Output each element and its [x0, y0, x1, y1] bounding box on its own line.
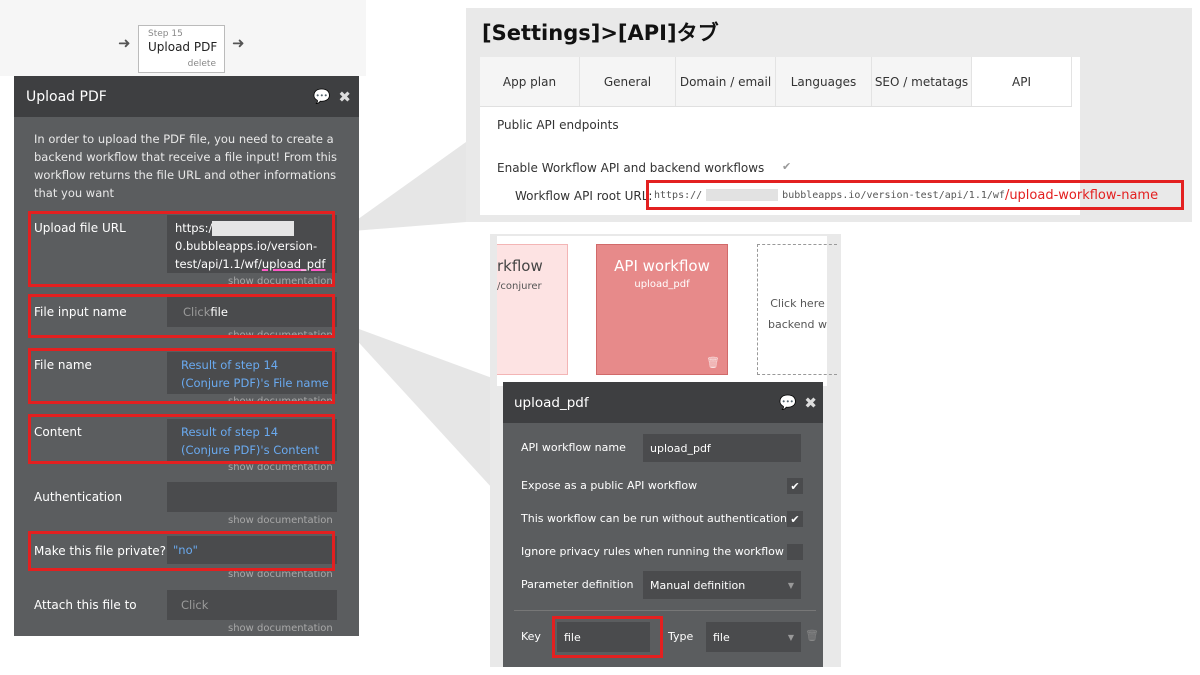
api-editor-title: upload_pdf [514, 394, 589, 411]
authentication-label: Authentication [34, 490, 123, 504]
editor-title: Upload PDF [26, 88, 107, 105]
parameter-definition-label: Parameter definition [521, 578, 634, 591]
public-endpoints-title: Public API endpoints [497, 118, 619, 132]
step-number: Step 15 [148, 29, 183, 39]
settings-heading: [Settings]>[API]タブ [482, 21, 719, 45]
api-workflow-name-label: API workflow name [521, 441, 626, 454]
settings-tabs: App plan General Domain / email Language… [480, 57, 1072, 107]
type-select[interactable]: file ▼ [706, 622, 801, 652]
highlight-box [28, 294, 335, 338]
workflow-card-title: rkflow [497, 257, 543, 275]
ignore-privacy-label: Ignore privacy rules when running the wo… [521, 545, 784, 558]
close-icon[interactable]: ✖ [338, 88, 351, 106]
tab-domain-email[interactable]: Domain / email [676, 57, 776, 106]
arrow-right-icon: ➜ [118, 34, 131, 52]
chevron-down-icon: ▼ [787, 632, 794, 642]
close-icon[interactable]: ✖ [804, 394, 817, 412]
editor-description: In order to upload the PDF file, you nee… [34, 132, 337, 200]
root-url-path: bubbleapps.io/version-test/api/1.1/wf [782, 189, 1005, 201]
divider [514, 610, 816, 611]
comment-icon[interactable]: 💬 [313, 89, 330, 105]
expose-public-label: Expose as a public API workflow [521, 479, 698, 492]
attach-file-field[interactable]: Click [167, 590, 337, 620]
chevron-down-icon: ▼ [787, 580, 794, 590]
workflow-card-sub: /conjurer [497, 281, 542, 292]
tab-app-plan[interactable]: App plan [480, 57, 580, 106]
editor-header: Upload PDF 💬 ✖ [14, 76, 359, 117]
api-workflow-card-title: API workflow [614, 257, 710, 275]
step-delete-link[interactable]: delete [188, 59, 216, 69]
tab-general[interactable]: General [580, 57, 676, 106]
tab-api[interactable]: API [972, 57, 1072, 106]
api-workflow-name-input[interactable]: upload_pdf [643, 434, 801, 462]
ignore-privacy-checkbox[interactable] [787, 544, 803, 560]
root-url-prefix: https:// [654, 189, 703, 201]
arrow-right-icon: ➜ [232, 34, 245, 52]
authentication-field[interactable] [167, 482, 337, 512]
parameter-definition-value: Manual definition [650, 578, 746, 592]
highlight-box [28, 348, 335, 404]
enable-workflow-api-checkbox[interactable]: ✔ [782, 160, 796, 174]
type-label: Type [668, 630, 694, 643]
api-workflow-card-sub: upload_pdf [634, 279, 690, 290]
root-url-value[interactable]: https:// bubbleapps.io/version-test/api/1… [646, 180, 1184, 210]
api-editor-header: upload_pdf 💬 ✖ [503, 382, 823, 423]
show-documentation-link[interactable]: show documentation [228, 515, 333, 526]
tab-seo-metatags[interactable]: SEO / metatags [872, 57, 972, 106]
trash-icon[interactable]: 🗑 [805, 629, 819, 642]
trash-icon[interactable]: 🗑 [706, 356, 720, 369]
step-bar: ➜ Step 15 Upload PDF delete ➜ [0, 0, 366, 76]
enable-workflow-api-label: Enable Workflow API and backend workflow… [497, 161, 765, 175]
highlight-box [28, 531, 335, 571]
root-url-endpoint: /upload-workflow-name [1004, 187, 1159, 203]
expose-public-checkbox[interactable]: ✔ [787, 478, 803, 494]
comment-icon[interactable]: 💬 [779, 395, 796, 411]
root-url-label: Workflow API root URL: [515, 189, 653, 203]
blurred-domain [706, 189, 779, 201]
key-label: Key [521, 630, 541, 643]
attach-file-label: Attach this file to [34, 598, 137, 612]
no-auth-label: This workflow can be run without authent… [521, 512, 788, 525]
workflow-card-partial[interactable]: rkflow /conjurer [497, 244, 568, 375]
step-card[interactable]: Step 15 Upload PDF delete [138, 25, 225, 73]
parameter-definition-select[interactable]: Manual definition ▼ [643, 571, 801, 599]
step-title: Upload PDF [148, 40, 218, 54]
highlight-box [552, 616, 663, 658]
no-auth-checkbox[interactable]: ✔ [787, 511, 803, 527]
type-value: file [713, 630, 730, 644]
new-workflow-card[interactable]: Click here backend w [757, 244, 837, 375]
api-workflow-card[interactable]: API workflow upload_pdf 🗑 [596, 244, 728, 375]
highlight-box [28, 414, 335, 464]
highlight-box [28, 211, 335, 287]
show-documentation-link[interactable]: show documentation [228, 623, 333, 634]
tab-languages[interactable]: Languages [776, 57, 872, 106]
